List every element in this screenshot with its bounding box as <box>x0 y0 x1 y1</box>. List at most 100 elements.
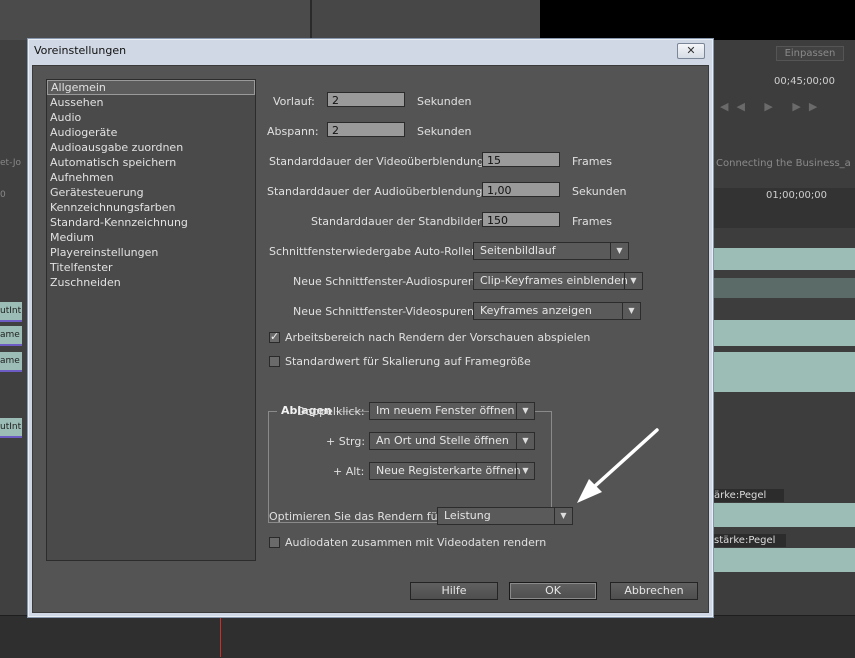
autoscroll-dropdown[interactable]: Seitenbildlauf ▼ <box>473 242 629 260</box>
chevron-down-icon: ▼ <box>622 303 640 319</box>
panel-program-timeline-right: Einpassen 00;45;00;00 ◀◀ ▶ ▶▶ Connecting… <box>712 40 855 615</box>
panel-timeline-left: et-Jo 0 utInt ame ame utInt <box>0 40 30 615</box>
optimize-value: Leistung <box>444 509 491 522</box>
audio-track[interactable] <box>714 548 855 572</box>
audio-track[interactable] <box>714 503 855 527</box>
doppelklick-label: Doppelklick: <box>297 405 365 418</box>
doppelklick-value: Im neuem Fenster öffnen <box>376 404 515 417</box>
dialog-titlebar[interactable]: Voreinstellungen ✕ <box>28 39 713 63</box>
category-item-allgemein[interactable]: Allgemein <box>47 80 255 95</box>
video-tracks-value: Keyframes anzeigen <box>480 304 592 317</box>
video-transition-label: Standarddauer der Videoüberblendung: <box>269 155 488 168</box>
chevron-down-icon: ▼ <box>516 463 534 479</box>
category-item-audiogeraete[interactable]: Audiogeräte <box>47 125 255 140</box>
video-tracks-dropdown[interactable]: Keyframes anzeigen ▼ <box>473 302 641 320</box>
timecode-display: 00;45;00;00 <box>774 76 836 87</box>
dialog-client: Allgemein Aussehen Audio Audiogeräte Aud… <box>32 65 709 613</box>
timeline-track[interactable] <box>714 352 855 392</box>
close-icon: ✕ <box>686 44 696 57</box>
audio-tracks-dropdown[interactable]: Clip-Keyframes einblenden ▼ <box>473 272 643 290</box>
category-item-standard-kennzeichnung[interactable]: Standard-Kennzeichnung <box>47 215 255 230</box>
fit-dropdown[interactable]: Einpassen <box>776 46 844 61</box>
abspann-label: Abspann: <box>267 125 319 138</box>
timeline-clip[interactable]: ame <box>0 326 22 346</box>
annotation-arrow-icon <box>577 428 659 503</box>
timeline-clip[interactable]: utInt <box>0 302 22 322</box>
scale-checkbox[interactable] <box>269 356 280 367</box>
category-item-aussehen[interactable]: Aussehen <box>47 95 255 110</box>
dialog-title: Voreinstellungen <box>34 44 127 57</box>
panel-bottom <box>0 615 855 658</box>
autoscroll-label: Schnittfensterwiedergabe Auto-Rollen: <box>269 245 482 258</box>
still-duration-label: Standarddauer der Standbilder: <box>311 215 486 228</box>
timeline-track[interactable] <box>714 278 855 298</box>
alt-dropdown[interactable]: Neue Registerkarte öffnen ▼ <box>369 462 535 480</box>
audio-tracks-value: Clip-Keyframes einblenden <box>480 274 628 287</box>
category-item-audio[interactable]: Audio <box>47 110 255 125</box>
alt-value: Neue Registerkarte öffnen <box>376 464 521 477</box>
category-item-titelfenster[interactable]: Titelfenster <box>47 260 255 275</box>
category-item-aufnehmen[interactable]: Aufnehmen <box>47 170 255 185</box>
scale-label: Standardwert für Skalierung auf Framegrö… <box>285 355 531 368</box>
left-strip-label: 0 <box>0 190 6 200</box>
panel-program-monitor <box>312 0 540 40</box>
panel-program-preview <box>540 0 855 40</box>
video-transition-unit: Frames <box>572 155 613 168</box>
category-item-zuschneiden[interactable]: Zuschneiden <box>47 275 255 290</box>
volume-level-dropdown[interactable]: stärke:Pegel <box>712 534 786 547</box>
timeline-clip[interactable]: utInt <box>0 418 22 438</box>
category-item-geraetesteuerung[interactable]: Gerätesteuerung <box>47 185 255 200</box>
audio-tracks-label: Neue Schnittfenster-Audiospuren: <box>293 275 479 288</box>
check-icon: ✓ <box>270 330 280 343</box>
autoscroll-value: Seitenbildlauf <box>480 244 556 257</box>
panel-source-monitor <box>0 0 312 40</box>
strg-value: An Ort und Stelle öffnen <box>376 434 509 447</box>
category-item-medium[interactable]: Medium <box>47 230 255 245</box>
audio-transition-label: Standarddauer der Audioüberblendung: <box>267 185 487 198</box>
vorlauf-input[interactable]: 2 <box>327 92 405 107</box>
preferences-dialog: Voreinstellungen ✕ Allgemein Aussehen Au… <box>27 38 714 618</box>
category-item-autosave[interactable]: Automatisch speichern <box>47 155 255 170</box>
playhead-line <box>220 615 221 657</box>
category-item-audioausgabe[interactable]: Audioausgabe zuordnen <box>47 140 255 155</box>
still-duration-unit: Frames <box>572 215 613 228</box>
close-button[interactable]: ✕ <box>677 43 705 59</box>
abspann-input[interactable]: 2 <box>327 122 405 137</box>
strg-label: + Strg: <box>326 435 366 448</box>
workarea-label: Arbeitsbereich nach Rendern der Vorschau… <box>285 331 591 344</box>
sequence-title: Connecting the Business_a <box>716 158 851 169</box>
left-strip-label: et-Jo <box>0 158 21 168</box>
workarea-checkbox[interactable]: ✓ <box>269 330 280 343</box>
category-item-kennzeichnungsfarben[interactable]: Kennzeichnungsfarben <box>47 200 255 215</box>
abspann-unit: Sekunden <box>417 125 472 138</box>
vorlauf-label: Vorlauf: <box>273 95 315 108</box>
help-button[interactable]: Hilfe <box>410 582 498 600</box>
playback-controls[interactable]: ◀◀ ▶ ▶▶ <box>720 100 850 113</box>
video-transition-input[interactable]: 15 <box>482 152 560 167</box>
ok-button[interactable]: OK <box>509 582 597 600</box>
ruler-timecode: 01;00;00;00 <box>766 190 828 201</box>
vorlauf-unit: Sekunden <box>417 95 472 108</box>
audio-render-label: Audiodaten zusammen mit Videodaten rende… <box>285 536 547 549</box>
chevron-down-icon: ▼ <box>516 403 534 419</box>
timeline-track[interactable] <box>714 320 855 346</box>
video-tracks-label: Neue Schnittfenster-Videospuren: <box>293 305 478 318</box>
category-item-playereinstellungen[interactable]: Playereinstellungen <box>47 245 255 260</box>
category-list[interactable]: Allgemein Aussehen Audio Audiogeräte Aud… <box>46 79 256 561</box>
doppelklick-dropdown[interactable]: Im neuem Fenster öffnen ▼ <box>369 402 535 420</box>
chevron-down-icon: ▼ <box>610 243 628 259</box>
cancel-button[interactable]: Abbrechen <box>610 582 698 600</box>
volume-level-dropdown[interactable]: ärke:Pegel <box>712 489 784 502</box>
audio-transition-input[interactable]: 1,00 <box>482 182 560 197</box>
timeline-track[interactable] <box>714 248 855 270</box>
alt-label: + Alt: <box>333 465 365 478</box>
still-duration-input[interactable]: 150 <box>482 212 560 227</box>
chevron-down-icon: ▼ <box>624 273 642 289</box>
timeline-ruler: 01;00;00;00 <box>712 188 855 228</box>
strg-dropdown[interactable]: An Ort und Stelle öffnen ▼ <box>369 432 535 450</box>
timeline-clip[interactable]: ame <box>0 352 22 372</box>
audio-render-checkbox[interactable] <box>269 537 280 548</box>
chevron-down-icon: ▼ <box>516 433 534 449</box>
audio-transition-unit: Sekunden <box>572 185 627 198</box>
optimize-label: Optimieren Sie das Rendern für: <box>269 510 446 523</box>
